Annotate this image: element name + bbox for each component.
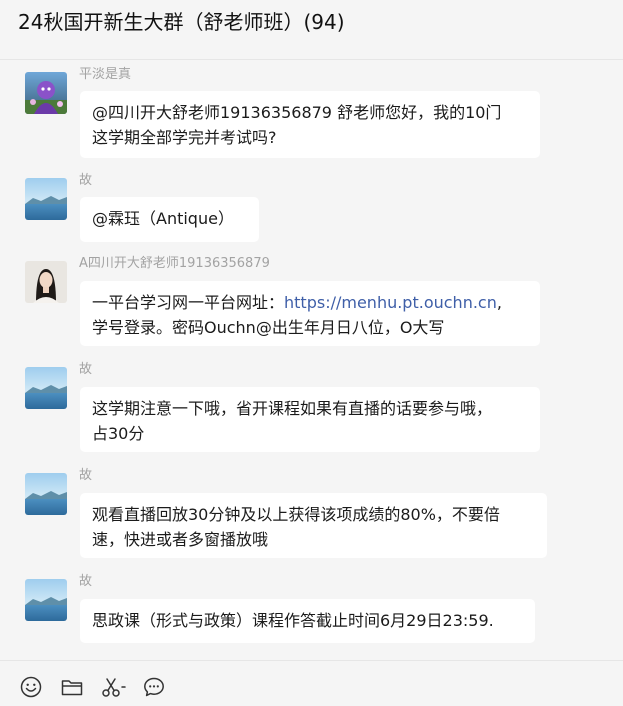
- message-text: @霖珏（Antique）: [92, 209, 234, 228]
- avatar[interactable]: [25, 72, 67, 114]
- message-text-prefix: 一平台学习网一平台网址：: [92, 293, 285, 312]
- message-text: @四川开大舒老师19136356879 舒老师您好，我的10门: [92, 103, 502, 122]
- url-link[interactable]: https://menhu.pt.ouchn.cn: [284, 293, 497, 312]
- message-text: 思政课（形式与政策）课程作答截止时间6月29日23:59.: [92, 611, 494, 630]
- scissors-icon: [102, 678, 126, 697]
- message-bubble[interactable]: 思政课（形式与政策）课程作答截止时间6月29日23:59.: [80, 599, 535, 643]
- teacher-portrait-avatar: [25, 261, 67, 303]
- emoji-icon: [20, 676, 42, 698]
- sender-name: 平淡是真: [79, 67, 132, 82]
- message-bubble[interactable]: 观看直播回放30分钟及以上获得该项成绩的80%，不要倍 速，快进或者多窗播放哦: [80, 493, 547, 558]
- avatar[interactable]: [25, 178, 67, 220]
- sender-name: 故: [79, 362, 93, 377]
- message-text: 一平台学习网一平台网址：https://menhu.pt.ouchn.cn,: [92, 290, 528, 315]
- avatar[interactable]: [25, 261, 67, 303]
- sender-name: A四川开大舒老师19136356879: [79, 256, 270, 271]
- chat-title: 24秋国开新生大群（舒老师班）(94): [18, 10, 345, 34]
- lake-landscape-avatar: [25, 473, 67, 515]
- message-text: 占30分: [92, 424, 145, 443]
- folder-icon: [61, 680, 83, 696]
- avatar[interactable]: [25, 367, 67, 409]
- lake-landscape-avatar: [25, 579, 67, 621]
- send-file-button[interactable]: [60, 675, 86, 701]
- message-text: 这学期注意一下哦，省开课程如果有直播的话要参与哦，: [92, 399, 493, 418]
- lake-landscape-avatar: [25, 178, 67, 220]
- sender-name: 故: [79, 468, 93, 483]
- message-text-suffix: ,: [496, 293, 502, 312]
- sender-name: 故: [79, 574, 93, 589]
- lake-landscape-avatar: [25, 367, 67, 409]
- message-bubble[interactable]: @霖珏（Antique）: [80, 197, 259, 242]
- chat-history-button[interactable]: [142, 675, 168, 701]
- message-bubble[interactable]: @四川开大舒老师19136356879 舒老师您好，我的10门 这学期全部学完并…: [80, 91, 540, 158]
- message-bubble[interactable]: 一平台学习网一平台网址：https://menhu.pt.ouchn.cn, 学…: [80, 281, 540, 346]
- message-text: 观看直播回放30分钟及以上获得该项成绩的80%，不要倍: [92, 505, 500, 524]
- avatar[interactable]: [25, 473, 67, 515]
- message-text: 速，快进或者多窗播放哦: [92, 530, 269, 549]
- chat-header: 24秋国开新生大群（舒老师班）(94): [0, 0, 623, 60]
- purple-character-avatar: [25, 72, 67, 114]
- input-toolbar: [0, 660, 623, 706]
- avatar[interactable]: [25, 579, 67, 621]
- emoji-button[interactable]: [19, 675, 45, 701]
- message-text: 这学期全部学完并考试吗?: [92, 128, 277, 147]
- message-bubble[interactable]: 这学期注意一下哦，省开课程如果有直播的话要参与哦， 占30分: [80, 387, 540, 452]
- screenshot-button[interactable]: [100, 675, 130, 701]
- message-text: 学号登录。密码Ouchn@出生年月日八位，O大写: [92, 318, 445, 337]
- chat-bubble-icon: [144, 677, 164, 697]
- sender-name: 故: [79, 173, 93, 188]
